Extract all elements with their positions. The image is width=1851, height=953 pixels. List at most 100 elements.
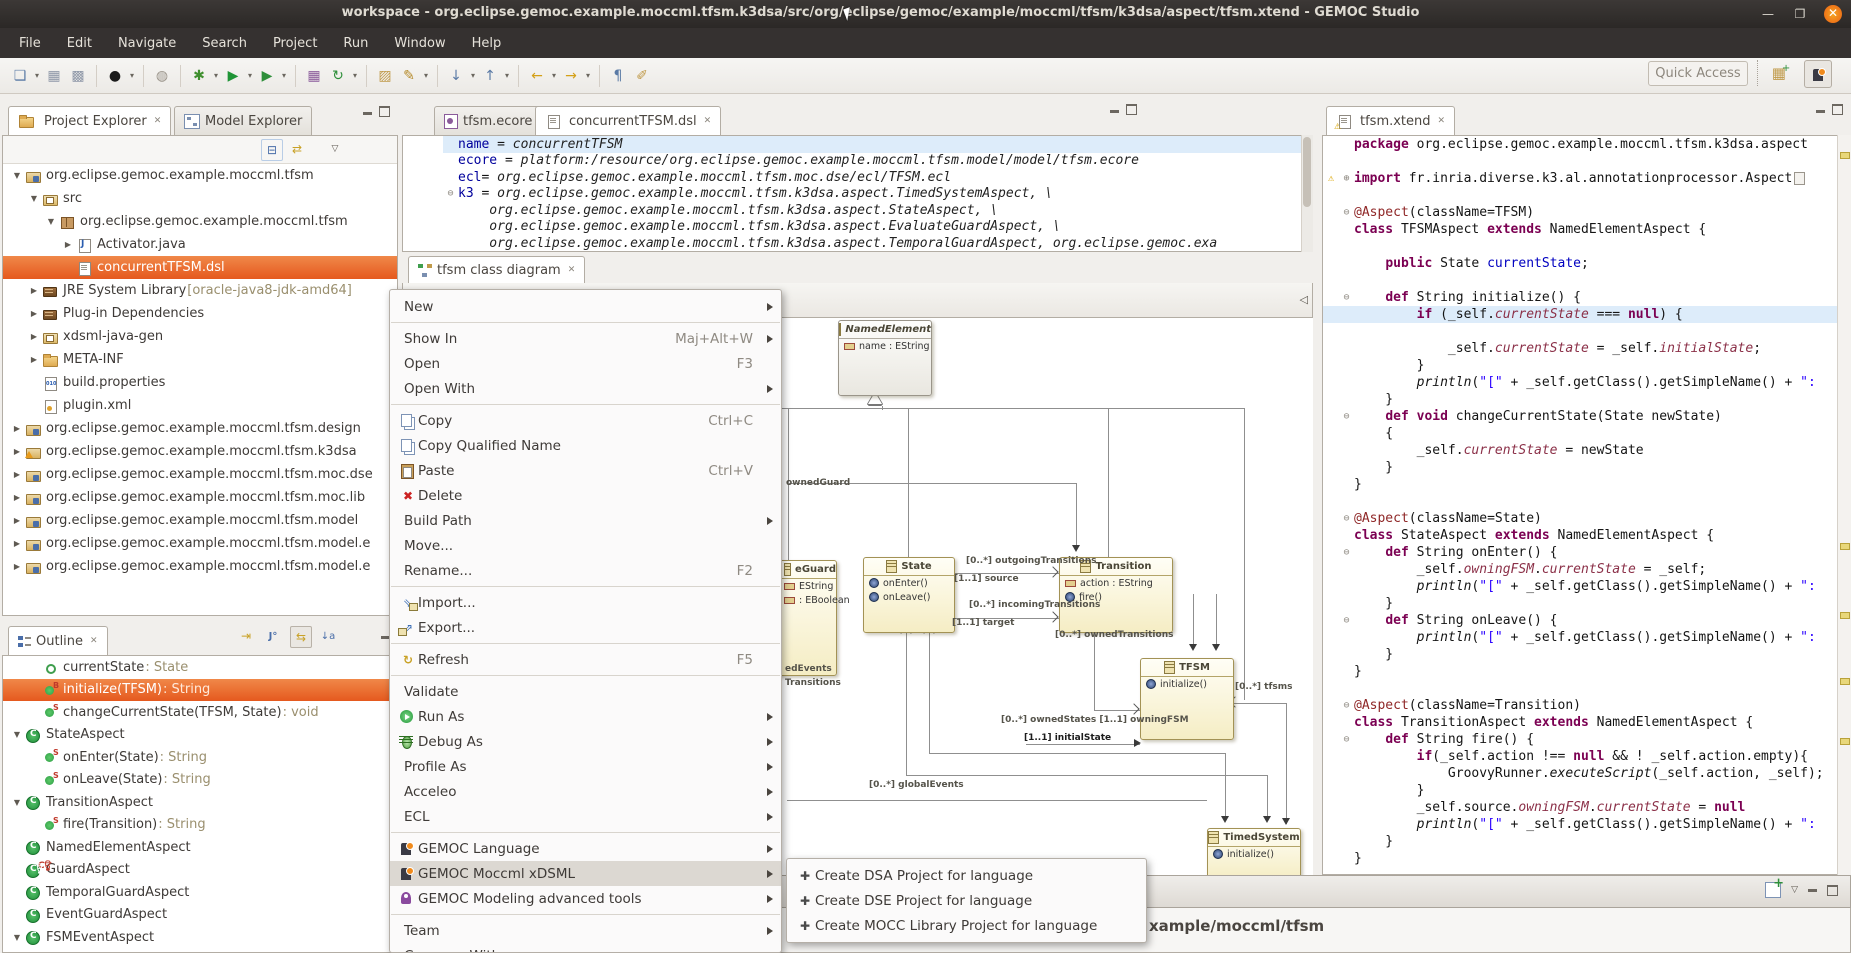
close-icon[interactable]: ✕: [568, 265, 576, 275]
code-line[interactable]: ⊖@Aspect(className=State): [1323, 510, 1850, 527]
minimize-view-icon[interactable]: [363, 112, 372, 115]
fold-icon[interactable]: ⊖: [1339, 411, 1354, 422]
expand-arrow-icon[interactable]: ▶: [9, 470, 25, 479]
tree-item[interactable]: fire(Transition) : String: [3, 814, 397, 837]
collapse-arrow-icon[interactable]: ▼: [9, 933, 25, 942]
tree-item[interactable]: ▼TransitionAspect: [3, 791, 397, 814]
menu-item-team[interactable]: Team: [390, 918, 781, 943]
expand-arrow-icon[interactable]: ▶: [9, 424, 25, 433]
fold-icon[interactable]: ⊖: [1339, 615, 1354, 626]
menu-item-build-path[interactable]: Build Path: [390, 508, 781, 533]
tree-item[interactable]: ▼org.eclipse.gemoc.example.moccml.tfsm: [3, 164, 397, 187]
code-line[interactable]: }: [1323, 459, 1850, 476]
close-icon[interactable]: ✕: [90, 636, 98, 646]
code-line[interactable]: [1323, 493, 1850, 510]
tree-item[interactable]: ▶org.eclipse.gemoc.example.moccml.tfsm.m…: [3, 555, 397, 578]
menu-item-create-dsa-project-for-language[interactable]: ✚Create DSA Project for language: [787, 863, 1146, 888]
quick-access-button[interactable]: Quick Access: [1648, 61, 1748, 86]
code-line[interactable]: }: [1323, 833, 1850, 850]
code-line[interactable]: [1323, 153, 1850, 170]
new-console-icon[interactable]: [1765, 882, 1781, 898]
tree-item[interactable]: onEnter(State) : String: [3, 746, 397, 769]
tree-item[interactable]: build.properties: [3, 371, 397, 394]
tree-item[interactable]: NamedElementAspect: [3, 836, 397, 859]
menubar-item-file[interactable]: File: [8, 32, 52, 55]
new-wizard-icon[interactable]: ❏: [9, 65, 31, 87]
occurrence-marker[interactable]: [1840, 152, 1850, 159]
forward-icon[interactable]: →: [560, 65, 582, 87]
minimize-editor-icon[interactable]: [1110, 110, 1119, 113]
code-line[interactable]: [1323, 272, 1850, 289]
code-line[interactable]: class TransitionAspect extends NamedElem…: [1323, 714, 1850, 731]
occurrence-marker[interactable]: [1840, 678, 1850, 685]
save-all-icon[interactable]: ▩: [67, 65, 89, 87]
back-icon-dropdown[interactable]: ▾: [549, 71, 559, 80]
menubar-item-help[interactable]: Help: [461, 32, 513, 55]
fold-icon[interactable]: ⊖: [1339, 513, 1354, 524]
code-line[interactable]: println("[" + _self.getClass().getSimple…: [1323, 374, 1850, 391]
code-line[interactable]: println("[" + _self.getClass().getSimple…: [1323, 629, 1850, 646]
gemoc-perspective-icon[interactable]: [1804, 60, 1832, 88]
code-line[interactable]: {: [1323, 425, 1850, 442]
code-line[interactable]: ⊖ def String fire() {: [1323, 731, 1850, 748]
code-line[interactable]: ⊖ def String onEnter() {: [1323, 544, 1850, 561]
code-line[interactable]: }: [1323, 476, 1850, 493]
expand-arrow-icon[interactable]: ▶: [9, 447, 25, 456]
class-box-tfsm[interactable]: TFSMinitialize(): [1140, 658, 1234, 740]
tree-item[interactable]: onLeave(State) : String: [3, 769, 397, 792]
tree-item[interactable]: ▶org.eclipse.gemoc.example.moccml.tfsm.m…: [3, 509, 397, 532]
forward-icon-dropdown[interactable]: ▾: [583, 71, 593, 80]
new-wizard-icon-dropdown[interactable]: ▾: [32, 71, 42, 80]
next-annotation-icon-dropdown[interactable]: ▾: [468, 71, 478, 80]
collapse-arrow-icon[interactable]: ▼: [9, 171, 25, 180]
tab-concurrenttfsm-dsl[interactable]: concurrentTFSM.dsl ✕: [535, 106, 721, 135]
code-line[interactable]: ⊖ def String onLeave() {: [1323, 612, 1850, 629]
expand-arrow-icon[interactable]: ▶: [26, 332, 42, 341]
prev-annotation-icon[interactable]: ↑: [479, 65, 501, 87]
menu-item-debug-as[interactable]: Debug As: [390, 729, 781, 754]
tab-model-explorer[interactable]: Model Explorer: [174, 106, 312, 135]
class-box-transition[interactable]: Transitionaction : EStringfire(): [1059, 557, 1173, 633]
code-line[interactable]: }: [1323, 782, 1850, 799]
menu-item-show-in[interactable]: Show InMaj+Alt+W: [390, 326, 781, 351]
code-line[interactable]: ⊖ def String initialize() {: [1323, 289, 1850, 306]
minimize-editor-icon[interactable]: [1816, 110, 1825, 113]
collapse-all-icon[interactable]: ⊟: [261, 139, 283, 161]
coverage-icon-dropdown[interactable]: ▾: [279, 71, 289, 80]
collapse-arrow-icon[interactable]: ▼: [26, 194, 42, 203]
menu-item-create-mocc-library-project-for-language[interactable]: ✚Create MOCC Library Project for languag…: [787, 913, 1146, 938]
minimize-window-icon[interactable]: —: [1758, 5, 1778, 23]
tree-item[interactable]: ▼src: [3, 187, 397, 210]
collapse-arrow-icon[interactable]: ▼: [9, 798, 25, 807]
fold-icon[interactable]: ⊖: [1339, 700, 1354, 711]
code-line[interactable]: ⊖ def void changeCurrentState(State newS…: [1323, 408, 1850, 425]
sort-icon[interactable]: ⇆: [290, 626, 312, 648]
menubar-item-run[interactable]: Run: [332, 32, 379, 55]
menu-item-rename[interactable]: Rename...F2: [390, 558, 781, 583]
menubar-item-edit[interactable]: Edit: [56, 32, 103, 55]
menu-item-compare-with[interactable]: Compare With: [390, 943, 781, 953]
code-line[interactable]: GroovyRunner.executeScript(_self.action,…: [1323, 765, 1850, 782]
maximize-editor-icon[interactable]: [1832, 104, 1843, 115]
tree-item[interactable]: GuardAspect: [3, 859, 397, 882]
code-line[interactable]: org.eclipse.gemoc.example.moccml.tfsm.k3…: [443, 235, 1312, 252]
tree-item[interactable]: currentState : State: [3, 656, 397, 679]
open-resource-icon[interactable]: ▨: [374, 65, 396, 87]
menu-item-copy-qualified-name[interactable]: Copy Qualified Name: [390, 433, 781, 458]
menubar-item-navigate[interactable]: Navigate: [107, 32, 187, 55]
code-line[interactable]: }: [1323, 646, 1850, 663]
debug-icon[interactable]: ✱: [188, 65, 210, 87]
run-icon-dropdown[interactable]: ▾: [245, 71, 255, 80]
code-line[interactable]: org.eclipse.gemoc.example.moccml.tfsm.k3…: [443, 202, 1312, 219]
palette-collapse-icon[interactable]: ◁: [1300, 293, 1308, 306]
code-line[interactable]: ⊖@Aspect(className=Transition): [1323, 697, 1850, 714]
menu-item-validate[interactable]: Validate: [390, 679, 781, 704]
menu-item-gemoc-modeling-advanced-tools[interactable]: GEMOC Modeling advanced tools: [390, 886, 781, 911]
close-icon[interactable]: ✕: [704, 116, 712, 126]
menu-item-copy[interactable]: CopyCtrl+C: [390, 408, 781, 433]
overview-ruler[interactable]: [1837, 135, 1851, 875]
code-line[interactable]: name = concurrentTFSM: [443, 136, 1312, 153]
tree-item[interactable]: ▶Activator.java: [3, 233, 397, 256]
occurrence-marker[interactable]: [1840, 738, 1850, 745]
fold-icon[interactable]: ⊖: [1339, 207, 1354, 218]
